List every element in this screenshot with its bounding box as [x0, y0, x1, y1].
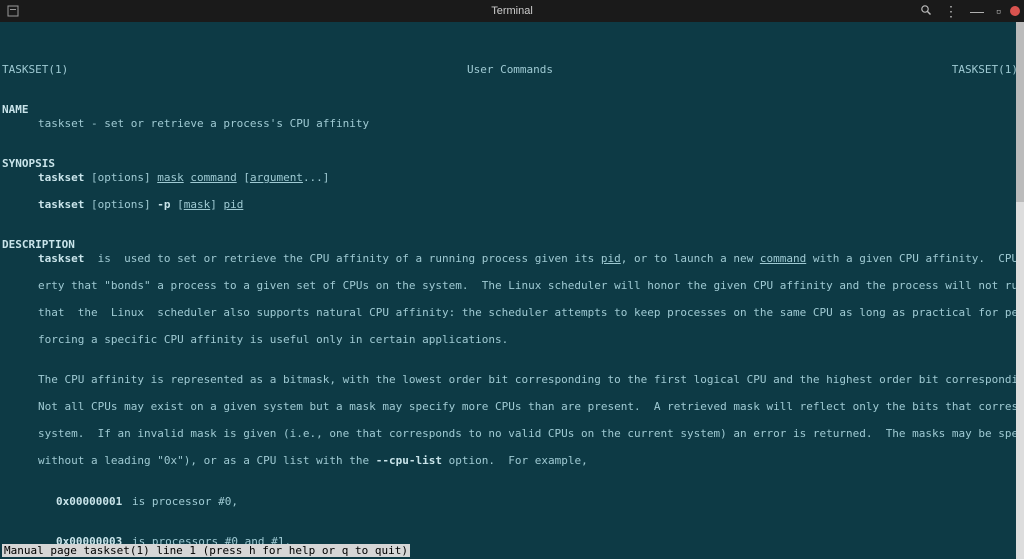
- man-header-left: TASKSET(1): [2, 63, 68, 77]
- example-row: 0x00000001is processor #0,: [2, 495, 1022, 509]
- name-line: taskset - set or retrieve a process's CP…: [2, 117, 1022, 131]
- section-description: DESCRIPTION: [2, 238, 75, 251]
- man-page-content: TASKSET(1) User Commands TASKSET(1) NAME t…: [0, 49, 1024, 559]
- man-header-right: TASKSET(1): [952, 63, 1018, 77]
- maximize-button[interactable]: ▫: [993, 4, 1004, 18]
- minimize-button[interactable]: —: [967, 4, 987, 18]
- section-synopsis: SYNOPSIS: [2, 157, 55, 170]
- window-titlebar: Terminal ⋮ — ▫: [0, 0, 1024, 22]
- menu-icon[interactable]: ⋮: [941, 4, 961, 18]
- man-header-center: User Commands: [467, 63, 553, 77]
- close-button[interactable]: [1010, 6, 1020, 16]
- terminal-viewport[interactable]: TASKSET(1) User Commands TASKSET(1) NAME t…: [0, 22, 1024, 559]
- pager-status-line: Manual page taskset(1) line 1 (press h f…: [2, 544, 410, 558]
- section-name: NAME: [2, 103, 29, 116]
- search-icon[interactable]: [917, 4, 935, 18]
- app-icon: [6, 4, 20, 18]
- scrollbar-thumb[interactable]: [1016, 22, 1024, 202]
- window-title: Terminal: [0, 5, 1024, 17]
